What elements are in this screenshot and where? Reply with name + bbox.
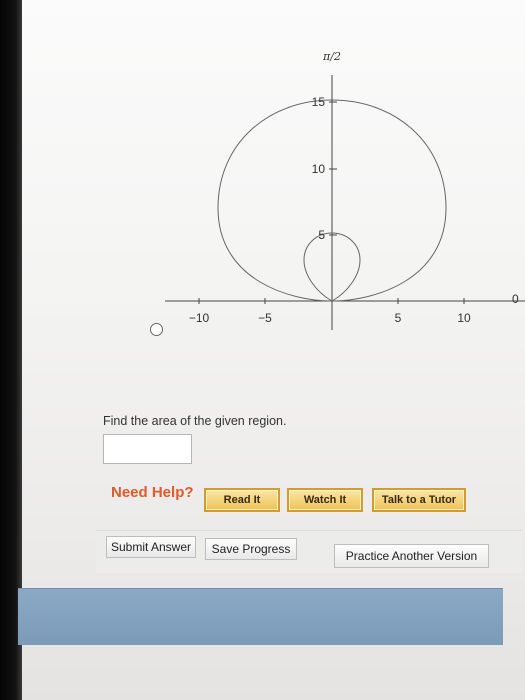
zero-angle-label: 0 (512, 292, 519, 306)
y-tick-label: 10 (312, 162, 326, 176)
answer-actions: Submit Answer Save Progress Practice Ano… (96, 530, 522, 573)
bottom-panel (18, 588, 503, 645)
answer-choice-radio[interactable] (150, 323, 163, 336)
talk-to-tutor-button[interactable]: Talk to a Tutor (372, 488, 466, 512)
polar-graph: π/2 0 −10 −5 5 10 15 10 5 (140, 30, 525, 350)
question-text: Find the area of the given region. (103, 414, 287, 428)
x-tick-label: 10 (457, 311, 471, 325)
save-progress-button[interactable]: Save Progress (205, 538, 297, 560)
x-tick-label: −5 (258, 311, 272, 325)
y-tick-label: 15 (312, 95, 326, 109)
pole-label: π/2 (322, 50, 341, 63)
x-tick-label: −10 (189, 311, 210, 325)
watch-it-button[interactable]: Watch It (287, 488, 363, 512)
submit-answer-button[interactable]: Submit Answer (106, 536, 196, 558)
need-help-label: Need Help? (111, 484, 194, 501)
area-answer-input[interactable] (103, 434, 192, 464)
practice-another-version-button[interactable]: Practice Another Version (334, 544, 489, 568)
x-tick-label: 5 (395, 311, 402, 325)
read-it-button[interactable]: Read It (204, 488, 280, 512)
y-tick-label: 5 (318, 228, 325, 242)
polar-graph-svg: π/2 0 −10 −5 5 10 15 10 5 (165, 50, 525, 330)
